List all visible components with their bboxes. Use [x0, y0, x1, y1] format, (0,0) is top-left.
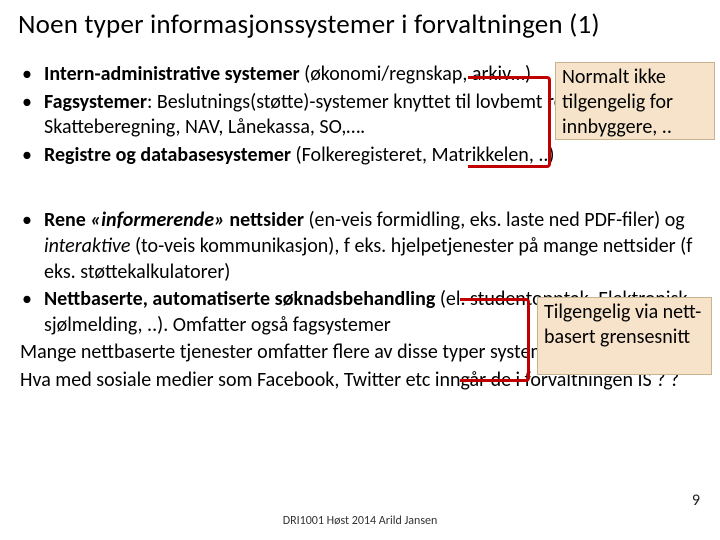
bullet-text: (en-veis formidling, eks. laste ned PDF-…: [308, 208, 684, 232]
bullet-item: Registre og databasesystemer (Folkeregis…: [20, 143, 700, 169]
slide-footer: DRI1001 Høst 2014 Arild Jansen: [0, 514, 720, 528]
bullet-italic: «informerende»: [90, 208, 224, 232]
slide-title: Noen typer informasjonssystemer i forval…: [18, 8, 708, 41]
page-number: 9: [692, 491, 700, 510]
slide: Noen typer informasjonssystemer i forval…: [0, 0, 720, 540]
bullet-bold: nettsider: [225, 208, 309, 232]
bullet-bold: Fagsystemer: [44, 90, 147, 114]
bullet-bold: Rene: [44, 208, 90, 232]
bracket-annotation: [460, 298, 530, 382]
bullet-bold: Intern-administrative systemer: [44, 62, 304, 86]
bullet-bold: Registre og databasesystemer: [44, 143, 296, 167]
bullet-item: Rene «informerende» nettsider (en-veis f…: [20, 208, 700, 285]
bracket-annotation: [468, 76, 551, 168]
bullet-italic: interaktive: [44, 234, 135, 258]
bullet-text: (to-veis kommunikasjon), f eks. hjelpetj…: [44, 234, 692, 284]
bullet-bold: Nettbaserte, automatiserte søknadsbehand…: [44, 287, 440, 311]
callout-box: Tilgengelig via nett-basert grensesnitt: [537, 297, 712, 375]
callout-box: Normalt ikke tilgengelig for innbyggere,…: [555, 62, 715, 140]
